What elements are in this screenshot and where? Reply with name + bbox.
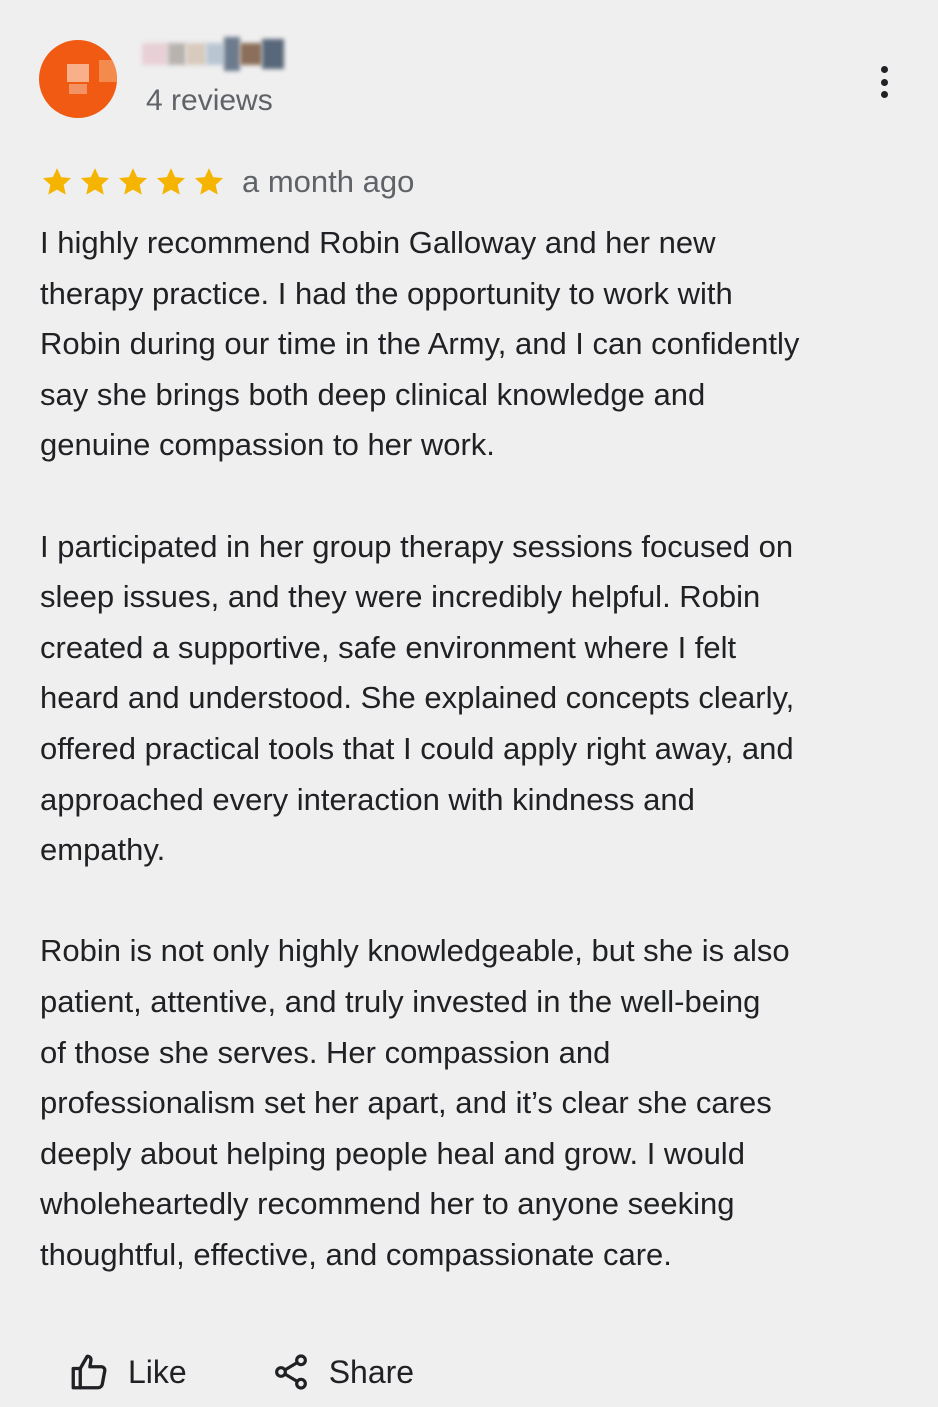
reviewer-name-redacted[interactable] (142, 36, 284, 72)
share-button[interactable]: Share (271, 1352, 414, 1392)
review-paragraph: Robin is not only highly knowledgeable, … (40, 933, 790, 1272)
thumbs-up-icon (71, 1354, 107, 1390)
review-count[interactable]: 4 reviews (146, 84, 273, 118)
star-icon (118, 168, 148, 195)
star-icon (42, 168, 72, 195)
more-vert-icon[interactable] (866, 62, 902, 102)
review-text: I highly recommend Robin Galloway and he… (40, 218, 920, 1280)
share-icon (274, 1354, 307, 1390)
like-label: Like (128, 1353, 187, 1390)
share-label: Share (328, 1353, 415, 1390)
star-icon (80, 168, 110, 195)
star-icon (194, 168, 224, 195)
review-actions: Like Share (68, 1346, 414, 1398)
rating-row: a month ago (40, 162, 414, 202)
star-icon (156, 168, 186, 195)
reviewer-avatar[interactable] (39, 40, 117, 118)
star-rating (40, 165, 226, 199)
review-paragraph: I highly recommend Robin Galloway and he… (40, 225, 800, 463)
like-button[interactable]: Like (68, 1351, 187, 1393)
review-date: a month ago (242, 164, 415, 199)
review-paragraph: I participated in her group therapy sess… (40, 528, 795, 868)
